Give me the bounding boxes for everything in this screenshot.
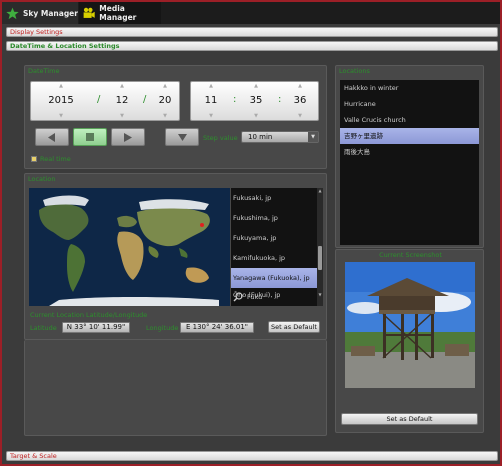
chevron-down-icon: ▼ [308, 132, 318, 142]
chevron-down-icon [177, 133, 187, 141]
hour-field[interactable]: ▲ 11 ▼ [195, 82, 227, 122]
month-value: 12 [115, 95, 129, 106]
search-icon [233, 292, 243, 302]
watchtower-photo [345, 262, 475, 388]
date-box: ▲ 2015 ▼ / ▲ 12 ▼ / ▲ 20 ▼ [30, 81, 180, 121]
locations-list[interactable]: Hakkko in winter Hurricane Valle Crucis … [340, 80, 479, 245]
list-item-selected[interactable]: 吉野ヶ里遺跡 [340, 128, 479, 144]
datetime-title: DateTime [28, 67, 60, 75]
location-title: Location [28, 175, 56, 183]
app-frame: Sky Manager Media Manager Display Settin… [0, 0, 502, 466]
locations-panel: Locations Hakkko in winter Hurricane Val… [335, 65, 484, 248]
day-up-icon[interactable]: ▲ [151, 82, 179, 90]
tab-media-manager-label: Media Manager [99, 4, 137, 22]
world-map-image [29, 188, 230, 306]
location-panel: Location Fukusaki, jp Fukushima, jp Fuku… [24, 173, 327, 340]
current-location-label: Current Location Latitude/Longitude [30, 311, 148, 319]
tab-sky-manager-label: Sky Manager [23, 8, 78, 18]
month-field[interactable]: ▲ 12 ▼ [105, 82, 139, 122]
list-item[interactable]: Valle Crucis church [340, 112, 479, 128]
month-up-icon[interactable]: ▲ [105, 82, 139, 90]
second-field[interactable]: ▲ 36 ▼ [283, 82, 317, 122]
datetime-panel: DateTime ▲ 2015 ▼ / ▲ 12 ▼ / ▲ 20 ▼ ▲ 11… [24, 65, 327, 169]
list-item[interactable]: Fukusaki, jp [231, 188, 323, 208]
target-scale-header[interactable]: Target & Scale [6, 451, 498, 461]
second-value: 36 [293, 95, 307, 106]
time-separator: : [278, 94, 282, 105]
time-box: ▲ 11 ▼ : ▲ 35 ▼ : ▲ 36 ▼ [190, 81, 319, 121]
stop-button[interactable] [73, 128, 107, 146]
realtime-label: Real time [40, 155, 71, 163]
step-value-text: 10 min [248, 133, 273, 141]
step-value-select[interactable]: 10 min ▼ [241, 131, 319, 143]
realtime-checkbox[interactable] [31, 156, 37, 162]
year-value: 2015 [48, 95, 74, 106]
second-down-icon[interactable]: ▼ [283, 112, 317, 120]
tab-media-manager[interactable]: Media Manager [79, 2, 161, 24]
year-up-icon[interactable]: ▲ [43, 82, 79, 90]
scroll-down-icon[interactable]: ▼ [317, 292, 323, 298]
latitude-field[interactable]: N 33° 10' 11.99" [62, 322, 130, 333]
list-item[interactable]: Hurricane [340, 96, 479, 112]
search-input[interactable]: Fuku [247, 293, 262, 301]
camera-icon [83, 7, 95, 18]
list-item-selected[interactable]: Yanagawa (Fukuoka), jp [231, 268, 323, 288]
hour-up-icon[interactable]: ▲ [195, 82, 227, 90]
longitude-label: Longitude [146, 324, 179, 332]
scroll-thumb[interactable] [318, 246, 322, 270]
step-forward-button[interactable] [111, 128, 145, 146]
minute-up-icon[interactable]: ▲ [239, 82, 273, 90]
day-value: 20 [158, 95, 172, 106]
time-separator: : [233, 94, 237, 105]
minute-value: 35 [249, 95, 263, 106]
month-down-icon[interactable]: ▼ [105, 112, 139, 120]
star-icon [6, 7, 19, 19]
set-default-screenshot-button[interactable]: Set as Default [341, 413, 478, 425]
play-reverse-icon [48, 132, 55, 142]
world-map[interactable] [29, 188, 230, 306]
longitude-field[interactable]: E 130° 24' 36.01" [180, 322, 254, 333]
list-item[interactable]: Fukushima, jp [231, 208, 323, 228]
screenshot-panel: Current Screenshot Set as Default [335, 249, 484, 433]
stop-icon [86, 133, 94, 141]
step-value-label: Step value [203, 134, 238, 142]
tab-bar: Sky Manager Media Manager [2, 2, 500, 24]
screenshot-title: Current Screenshot [379, 251, 442, 259]
hour-down-icon[interactable]: ▼ [195, 112, 227, 120]
list-item[interactable]: Kamifukuoka, jp [231, 248, 323, 268]
hour-value: 11 [204, 95, 218, 106]
play-icon [124, 132, 132, 142]
display-settings-header[interactable]: Display Settings [6, 27, 498, 37]
screenshot-image [345, 262, 475, 388]
city-search[interactable]: Fuku [233, 292, 262, 302]
scroll-up-icon[interactable]: ▲ [317, 188, 323, 194]
set-default-location-button[interactable]: Set as Default [268, 321, 320, 333]
city-list[interactable]: Fukusaki, jp Fukushima, jp Fukuyama, jp … [231, 188, 323, 306]
year-field[interactable]: ▲ 2015 ▼ [43, 82, 79, 122]
year-down-icon[interactable]: ▼ [43, 112, 79, 120]
city-list-scrollbar[interactable]: ▲ ▼ [317, 188, 323, 306]
location-panel-extension [24, 340, 327, 436]
datetime-location-header[interactable]: DateTime & Location Settings [6, 41, 498, 51]
locations-title: Locations [339, 67, 370, 75]
minute-field[interactable]: ▲ 35 ▼ [239, 82, 273, 122]
day-field[interactable]: ▲ 20 ▼ [151, 82, 179, 122]
day-down-icon[interactable]: ▼ [151, 112, 179, 120]
tab-sky-manager[interactable]: Sky Manager [2, 2, 78, 24]
step-down-button[interactable] [165, 128, 199, 146]
latitude-label: Latitude [30, 324, 57, 332]
list-item[interactable]: Fukuyama, jp [231, 228, 323, 248]
list-item[interactable]: Hakkko in winter [340, 80, 479, 96]
date-separator: / [143, 94, 147, 105]
step-back-button[interactable] [35, 128, 69, 146]
date-separator: / [97, 94, 101, 105]
minute-down-icon[interactable]: ▼ [239, 112, 273, 120]
second-up-icon[interactable]: ▲ [283, 82, 317, 90]
list-item[interactable]: 雨後大島 [340, 144, 479, 160]
